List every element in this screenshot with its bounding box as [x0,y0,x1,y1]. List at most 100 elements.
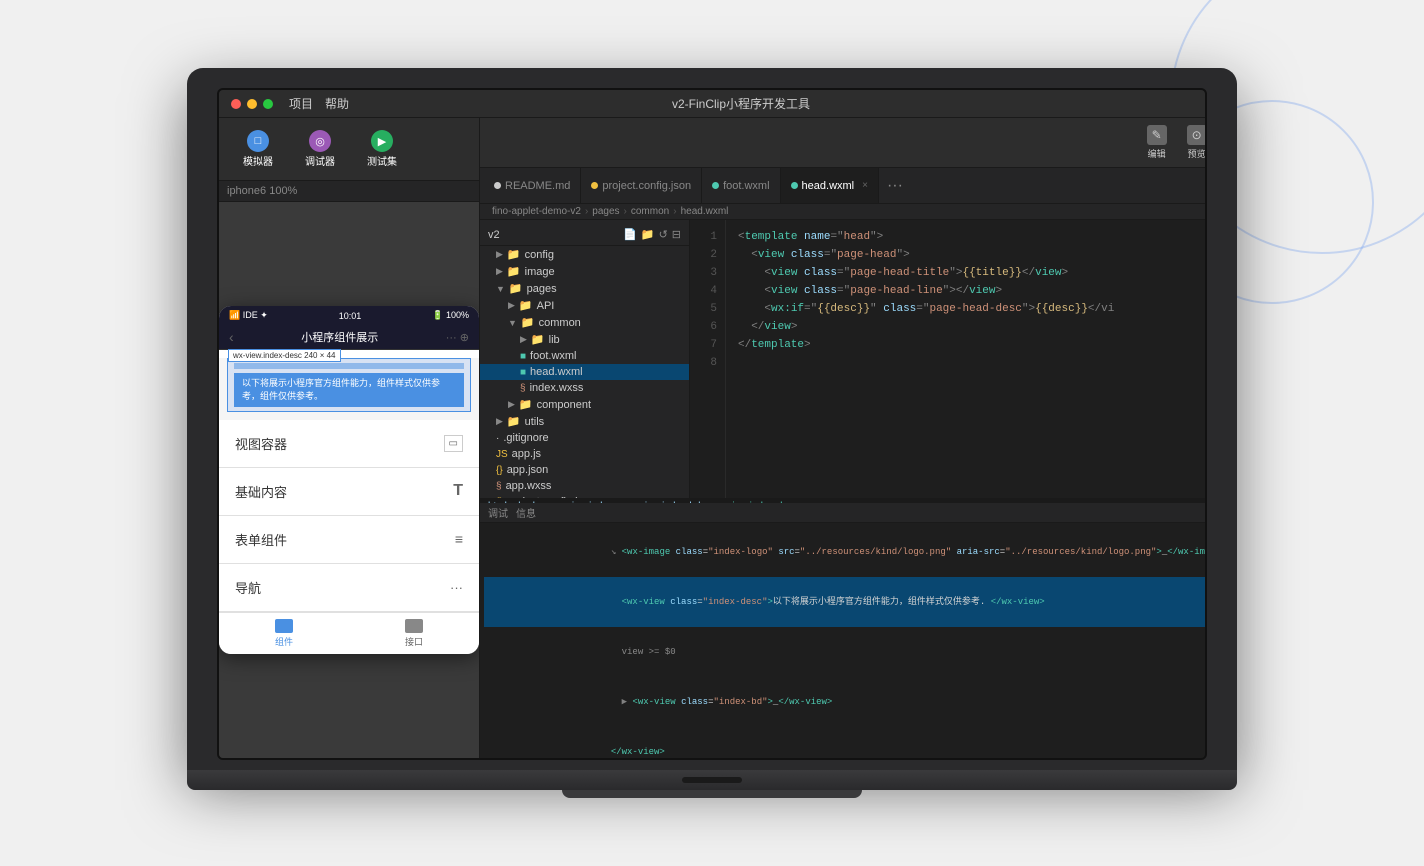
tab-foot-wxml-label: foot.wxml [723,180,769,192]
minimize-button[interactable] [247,99,257,109]
phone-tab-api[interactable]: 接口 [349,619,479,648]
menu-label-form: 表单组件 [235,530,287,549]
debugger-btn[interactable]: ◎ 调试器 [293,126,347,172]
laptop-screen: 项目 帮助 v2-FinClip小程序开发工具 □ 模拟器 [217,88,1207,760]
line-num-2: 2 [690,246,725,264]
tree-item-gitignore[interactable]: · .gitignore [480,430,689,446]
code-lines: 1 2 3 4 5 6 7 8 [690,220,1207,498]
breadcrumb: fino-applet-demo-v2 › pages › common › h… [480,204,1207,220]
tree-label: API [537,300,555,312]
bottom-panel: html › body › wx-view.index › wx-view.in… [480,498,1207,758]
devtools-toolbar: 调试 信息 [480,503,1207,523]
tree-item-pages[interactable]: ▼ 📁 pages [480,280,689,297]
menu-item-form[interactable]: 表单组件 ≡ [219,516,479,564]
ide-toolbar: ✎ 编辑 ⊙ 预览 📱 真机调试 □ 切后台 [480,118,1207,168]
laptop-body: 项目 帮助 v2-FinClip小程序开发工具 □ 模拟器 [187,68,1237,770]
tab-readme[interactable]: README.md [484,168,581,203]
debugger-label: 调试器 [305,153,335,168]
testset-btn[interactable]: ▶ 测试集 [355,126,409,172]
dom-line-desc[interactable]: <wx-view class="index-desc">以下将展示小程序官方组件… [484,577,1207,627]
tree-item-head-wxml[interactable]: ■ head.wxml [480,364,689,380]
phone-battery: 🔋 100% [432,310,469,321]
phone-status-bar: 📶 IDE ✦ 10:01 🔋 100% [219,306,479,325]
folder-icon: 📁 [519,398,533,411]
tree-item-common[interactable]: ▼ 📁 common [480,314,689,331]
maximize-button[interactable] [263,99,273,109]
dom-line-close-view[interactable]: </wx-view> [484,727,1207,758]
simulator-area: 📶 IDE ✦ 10:01 🔋 100% ‹ 小程序组件展示 ··· ⊕ [219,202,479,758]
tree-item-utils[interactable]: ▶ 📁 utils [480,413,689,430]
tree-item-app-json[interactable]: {} app.json [480,462,689,478]
menu-item-project[interactable]: 项目 [289,95,313,112]
refresh-icon[interactable]: ↺ [659,228,668,241]
arrow-icon: ▶ [508,399,515,410]
phone-title: 小程序组件展示 [301,329,378,345]
simulator-icon: □ [247,130,269,152]
title-bar: 项目 帮助 v2-FinClip小程序开发工具 [219,90,1205,118]
close-button[interactable] [231,99,241,109]
left-panel: □ 模拟器 ◎ 调试器 ▶ 测试集 iphone6 100% [219,118,480,758]
wxss-icon: § [496,481,502,492]
edit-btn[interactable]: ✎ 编辑 [1139,121,1175,164]
tree-item-app-js[interactable]: JS app.js [480,446,689,462]
code-line-4: <view class="page-head-line"></view> [726,282,1207,300]
tab-head-close-icon[interactable]: × [862,180,868,191]
tree-item-image[interactable]: ▶ 📁 image [480,263,689,280]
dom-line-view-ref[interactable]: view >= $0 [484,627,1207,677]
dom-line-image[interactable]: ↘ <wx-image class="index-logo" src="../r… [484,527,1207,577]
phone-content: wx-view.index-desc 240 × 44 以下将展示小程序官方组件… [219,358,479,611]
dom-line-index-bd[interactable]: ▶ <wx-view class="index-bd">_</wx-view> [484,677,1207,727]
code-line-7: </template> [726,336,1207,354]
tree-item-config[interactable]: ▶ 📁 config [480,246,689,263]
code-editor[interactable]: 1 2 3 4 5 6 7 8 [690,220,1207,498]
laptop-wrapper: 项目 帮助 v2-FinClip小程序开发工具 □ 模拟器 [187,68,1237,798]
tree-label: lib [549,334,560,346]
phone-signal: 📶 IDE ✦ [229,310,268,321]
tree-item-api[interactable]: ▶ 📁 API [480,297,689,314]
tree-item-index-wxss[interactable]: § index.wxss [480,380,689,396]
folder-icon: 📁 [509,282,523,295]
tab-head-wxml-label: head.wxml [802,180,855,192]
selected-text: 以下将展示小程序官方组件能力，组件样式仅供参考，组件仅供参考。 [234,373,464,406]
tab-head-wxml[interactable]: head.wxml × [781,168,879,203]
new-folder-icon[interactable]: 📁 [641,228,655,241]
tree-item-component[interactable]: ▶ 📁 component [480,396,689,413]
new-file-icon[interactable]: 📄 [623,228,637,241]
code-line-2: <view class="page-head"> [726,246,1207,264]
tree-item-foot-wxml[interactable]: ■ foot.wxml [480,348,689,364]
testset-icon: ▶ [371,130,393,152]
tab-foot-wxml[interactable]: foot.wxml [702,168,780,203]
api-tab-label: 接口 [405,635,423,648]
line-num-1: 1 [690,228,725,246]
menu-item-help[interactable]: 帮助 [325,95,349,112]
preview-btn[interactable]: ⊙ 预览 [1179,121,1207,164]
menu-item-view-container[interactable]: 视图容器 ▭ [219,420,479,468]
collapse-icon[interactable]: ⊟ [672,228,681,241]
line-num-5: 5 [690,300,725,318]
device-info: iphone6 100% [219,181,479,202]
phone-tab-components[interactable]: 组件 [219,619,349,648]
menu-label-view-container: 视图容器 [235,434,287,453]
breadcrumb-item-0: fino-applet-demo-v2 [492,206,581,217]
tree-label: common [539,317,581,329]
tab-project-config[interactable]: project.config.json [581,168,702,203]
ide-container: □ 模拟器 ◎ 调试器 ▶ 测试集 iphone6 100% [219,118,1205,758]
phone-nav-bar: ‹ 小程序组件展示 ··· ⊕ [219,325,479,350]
menu-item-basic-content[interactable]: 基础内容 T [219,468,479,516]
tree-root-label: v2 [488,229,500,241]
simulator-btn[interactable]: □ 模拟器 [231,126,285,172]
tree-item-app-wxss[interactable]: § app.wxss [480,478,689,494]
devtools-tab-info[interactable]: 信息 [516,505,536,520]
menu-item-nav[interactable]: 导航 ··· [219,564,479,612]
arrow-icon: ▶ [496,416,503,427]
tree-item-lib[interactable]: ▶ 📁 lib [480,331,689,348]
code-content: <template name="head"> <view class="page… [726,220,1207,498]
wxss-icon: § [520,383,526,394]
editor-tabs: README.md project.config.json foot.wxml [480,168,1207,204]
line-num-3: 3 [690,264,725,282]
tab-more-icon[interactable]: ··· [879,177,911,195]
devtools-tab-elements[interactable]: 调试 [488,505,508,520]
breadcrumb-item-2: common [631,206,669,217]
file-icon: · [496,433,499,444]
dom-code: ↘ <wx-image class="index-logo" src="../r… [480,523,1207,758]
